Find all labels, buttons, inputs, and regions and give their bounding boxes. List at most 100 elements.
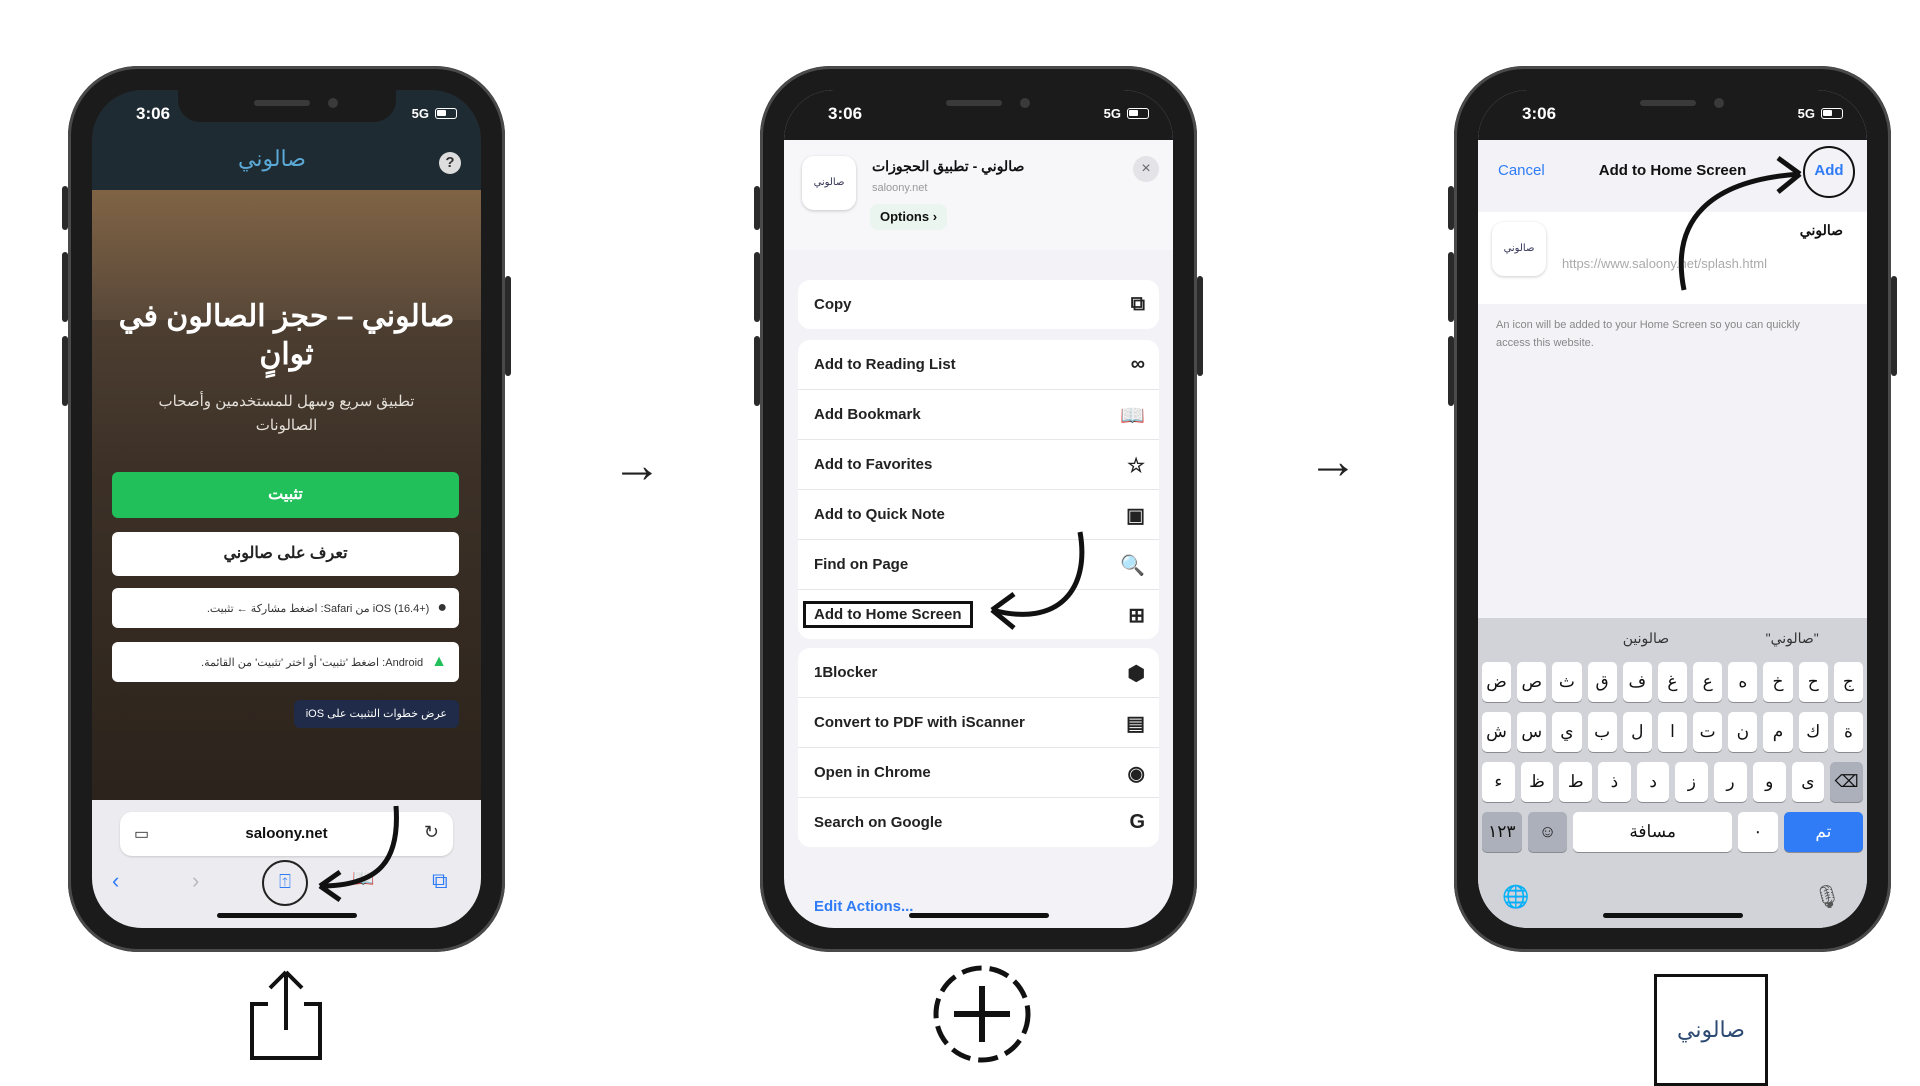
key[interactable]: ه (1728, 662, 1758, 702)
action-convert-pdf[interactable]: Convert to PDF with iScanner ▤ (798, 698, 1159, 748)
google-icon: G (1129, 811, 1145, 833)
key[interactable]: ى (1791, 762, 1825, 802)
key[interactable]: ء (1481, 762, 1515, 802)
action-copy[interactable]: Copy ⧉ (798, 280, 1159, 329)
key[interactable]: ة (1833, 712, 1863, 752)
key[interactable]: ا (1657, 712, 1688, 752)
action-label: Convert to PDF with iScanner (814, 714, 1025, 731)
key[interactable]: ظ (1520, 762, 1554, 802)
emoji-key[interactable]: ☺ (1527, 812, 1568, 852)
phone-safari: 3:06 5G صالوني ? صالوني – حجز الصالون في… (62, 66, 511, 952)
key[interactable]: خ (1763, 662, 1793, 702)
key[interactable]: م (1763, 712, 1793, 752)
copy-icon: ⧉ (1130, 293, 1145, 315)
battery-icon (435, 108, 457, 119)
status-time: 3:06 (828, 104, 863, 123)
status-time: 3:06 (136, 104, 171, 123)
key[interactable]: غ (1657, 662, 1688, 702)
action-find-on-page[interactable]: Find on Page 🔍 (798, 540, 1159, 590)
suggestion-item[interactable]: "صالوني" (1766, 630, 1819, 647)
annotation-arrow-add (1678, 155, 1802, 291)
document-icon: ▤ (1126, 713, 1145, 735)
action-add-quick-note[interactable]: Add to Quick Note ▣ (798, 490, 1159, 540)
step-arrow-1: → (612, 437, 662, 493)
key[interactable]: س (1517, 712, 1547, 752)
key[interactable]: ك (1798, 712, 1828, 752)
key[interactable]: ي (1552, 712, 1582, 752)
share-icon (250, 970, 322, 1060)
step-arrow-2: → (1308, 433, 1358, 489)
key[interactable]: ر (1714, 762, 1747, 802)
close-icon[interactable]: × (1133, 156, 1159, 182)
key[interactable]: ن (1728, 712, 1758, 752)
key[interactable]: ف (1622, 662, 1652, 702)
action-group-safari: Add to Reading List ∞ Add Bookmark 📖 Add… (798, 340, 1159, 639)
key[interactable]: د (1636, 762, 1670, 802)
action-open-chrome[interactable]: Open in Chrome ◉ (798, 748, 1159, 798)
key[interactable]: ت (1693, 712, 1723, 752)
app-icon: صالوني (802, 156, 856, 210)
action-label: Search on Google (814, 814, 943, 831)
ios-install-tip: ● iOS (16.4+) من Safari: اضغط مشاركة ← ت… (112, 588, 459, 628)
suggestion-item[interactable]: صالونين (1623, 630, 1669, 647)
reload-icon[interactable]: ↻ (424, 822, 439, 843)
glasses-icon: ∞ (1130, 353, 1145, 375)
action-search-google[interactable]: Search on Google G (798, 798, 1159, 847)
network-indicator: 5G (1797, 106, 1815, 121)
suggestion-bar: "صالوني" صالونين (1478, 618, 1867, 658)
show-ios-steps-button[interactable]: عرض خطوات التثبيت على iOS (293, 700, 459, 728)
action-add-reading-list[interactable]: Add to Reading List ∞ (798, 340, 1159, 390)
key[interactable]: ل (1622, 712, 1652, 752)
action-add-bookmark[interactable]: Add Bookmark 📖 (798, 390, 1159, 440)
learn-more-button[interactable]: تعرف على صالوني (112, 532, 459, 576)
action-label: 1Blocker (814, 664, 878, 681)
key[interactable]: ص (1517, 662, 1547, 702)
network-indicator: 5G (1103, 106, 1121, 121)
key[interactable]: ق (1587, 662, 1617, 702)
done-key[interactable]: تم (1783, 812, 1863, 852)
action-1blocker[interactable]: 1Blocker ⬢ (798, 648, 1159, 698)
key[interactable]: ج (1833, 662, 1863, 702)
safari-toolbar: ▭ saloony.net ↻ ‹ › ⍐ 📖 ⧉ (92, 800, 481, 928)
back-icon[interactable]: ‹ (112, 868, 119, 894)
install-button[interactable]: تثبيت (112, 472, 459, 518)
action-add-favorites[interactable]: Add to Favorites ☆ (798, 440, 1159, 490)
edit-actions-link[interactable]: Edit Actions... (814, 898, 913, 915)
action-label: Open in Chrome (814, 764, 931, 781)
key[interactable]: ب (1587, 712, 1617, 752)
action-add-to-home-screen[interactable]: Add to Home Screen ⊞ (798, 590, 1159, 639)
key[interactable]: و (1752, 762, 1786, 802)
screen: 3:06 5G صالوني ? صالوني – حجز الصالون في… (92, 90, 481, 928)
status-bar: 3:06 5G (784, 104, 1173, 128)
key[interactable]: ش (1481, 712, 1512, 752)
key[interactable]: ع (1693, 662, 1723, 702)
forward-icon[interactable]: › (192, 868, 199, 894)
numbers-key[interactable]: ١٢٣ (1481, 812, 1522, 852)
home-indicator (908, 913, 1049, 918)
globe-icon[interactable]: 🌐 (1502, 884, 1529, 910)
action-label: Add to Home Screen (803, 601, 973, 628)
key[interactable]: ز (1675, 762, 1709, 802)
action-label: Copy (814, 296, 852, 313)
microphone-icon[interactable]: 🎙 (1813, 884, 1841, 910)
key[interactable]: ض (1481, 662, 1512, 702)
action-label: Find on Page (814, 556, 909, 573)
screen: 3:06 5G صالوني صالوني - تطبيق الحجوزات s… (784, 90, 1173, 928)
action-label: Add to Reading List (814, 356, 956, 373)
key[interactable]: ح (1798, 662, 1828, 702)
key[interactable]: ث (1552, 662, 1582, 702)
key[interactable]: ذ (1598, 762, 1631, 802)
tabs-icon[interactable]: ⧉ (432, 868, 448, 894)
chrome-icon: ◉ (1127, 763, 1145, 785)
phone-share-sheet: 3:06 5G صالوني صالوني - تطبيق الحجوزات s… (754, 66, 1203, 952)
delete-key[interactable]: ⌫ (1830, 762, 1863, 802)
annotation-arrow-home-screen (990, 531, 1085, 630)
key-row-1: ج ح خ ه ع غ ف ق ث ص ض (1481, 662, 1863, 702)
hint-text: An icon will be added to your Home Scree… (1496, 319, 1800, 349)
arabic-keyboard: "صالوني" صالونين ج ح خ ه ع غ ف ق ث ص ض ة… (1478, 618, 1867, 928)
options-button[interactable]: Options › (870, 204, 948, 230)
help-icon[interactable]: ? (439, 152, 461, 174)
space-key[interactable]: مسافة (1573, 812, 1732, 852)
key[interactable]: ٠ (1738, 812, 1778, 852)
key[interactable]: ط (1559, 762, 1593, 802)
